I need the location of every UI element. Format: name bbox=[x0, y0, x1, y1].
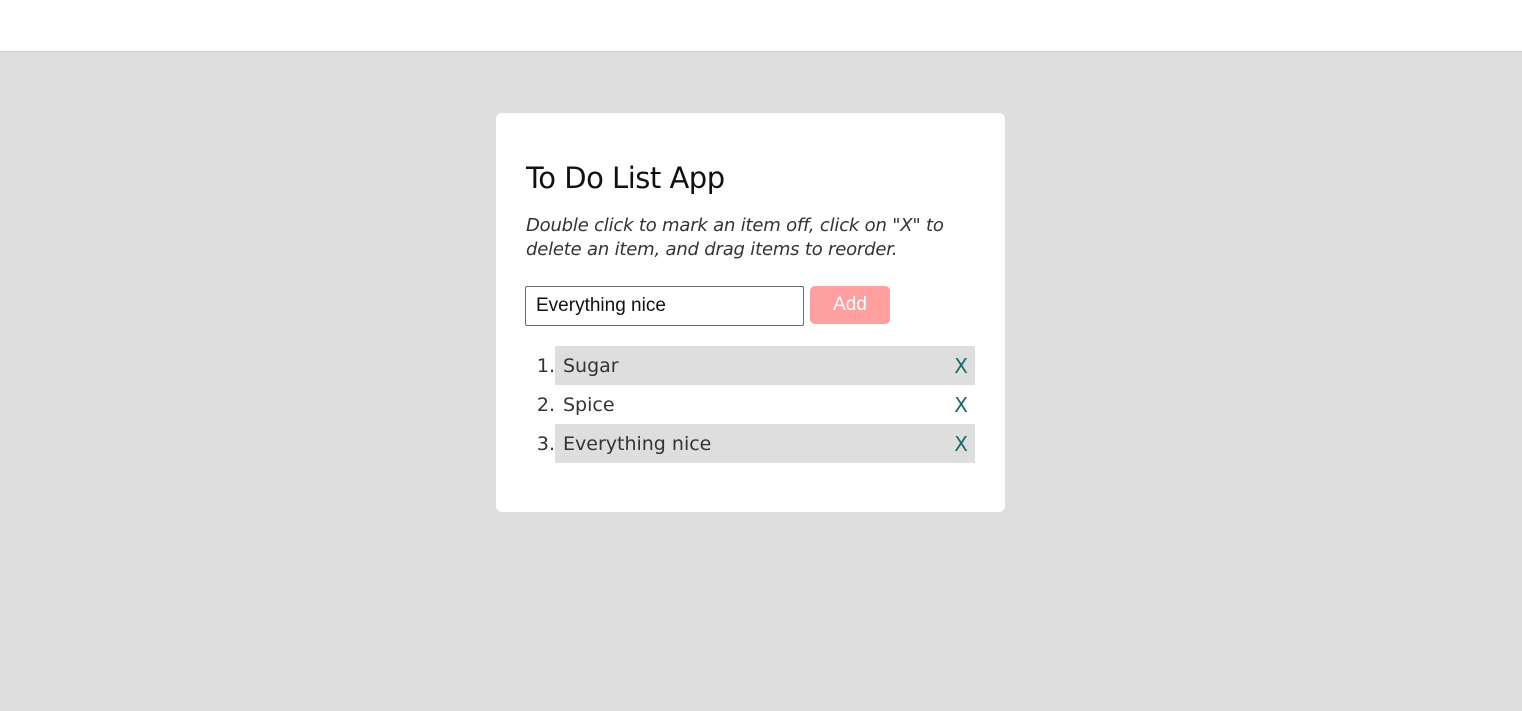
item-text: Sugar bbox=[563, 354, 619, 377]
instructions-text: Double click to mark an item off, click … bbox=[526, 215, 944, 260]
item-text: Spice bbox=[563, 393, 615, 416]
item-number: 3. bbox=[536, 432, 555, 455]
todo-card: To Do List App Double click to mark an i… bbox=[496, 113, 1005, 512]
list-item-body[interactable]: Sugar X bbox=[555, 346, 975, 385]
item-text: Everything nice bbox=[563, 432, 712, 455]
list-item[interactable]: 3. Everything nice X bbox=[526, 424, 976, 463]
delete-item-button[interactable]: X bbox=[954, 432, 968, 456]
top-bar bbox=[0, 0, 1522, 52]
list-item[interactable]: 1. Sugar X bbox=[526, 346, 976, 385]
page-title: To Do List App bbox=[526, 161, 725, 195]
delete-item-button[interactable]: X bbox=[954, 354, 968, 378]
new-item-input[interactable] bbox=[525, 286, 804, 326]
todo-list: 1. Sugar X 2. Spice X 3. Everything nice… bbox=[526, 346, 976, 463]
list-item-body[interactable]: Everything nice X bbox=[555, 424, 975, 463]
item-number: 2. bbox=[536, 393, 555, 416]
item-number: 1. bbox=[536, 354, 555, 377]
list-item[interactable]: 2. Spice X bbox=[526, 385, 976, 424]
list-item-body[interactable]: Spice X bbox=[555, 385, 975, 424]
add-button[interactable]: Add bbox=[810, 286, 890, 324]
delete-item-button[interactable]: X bbox=[954, 393, 968, 417]
